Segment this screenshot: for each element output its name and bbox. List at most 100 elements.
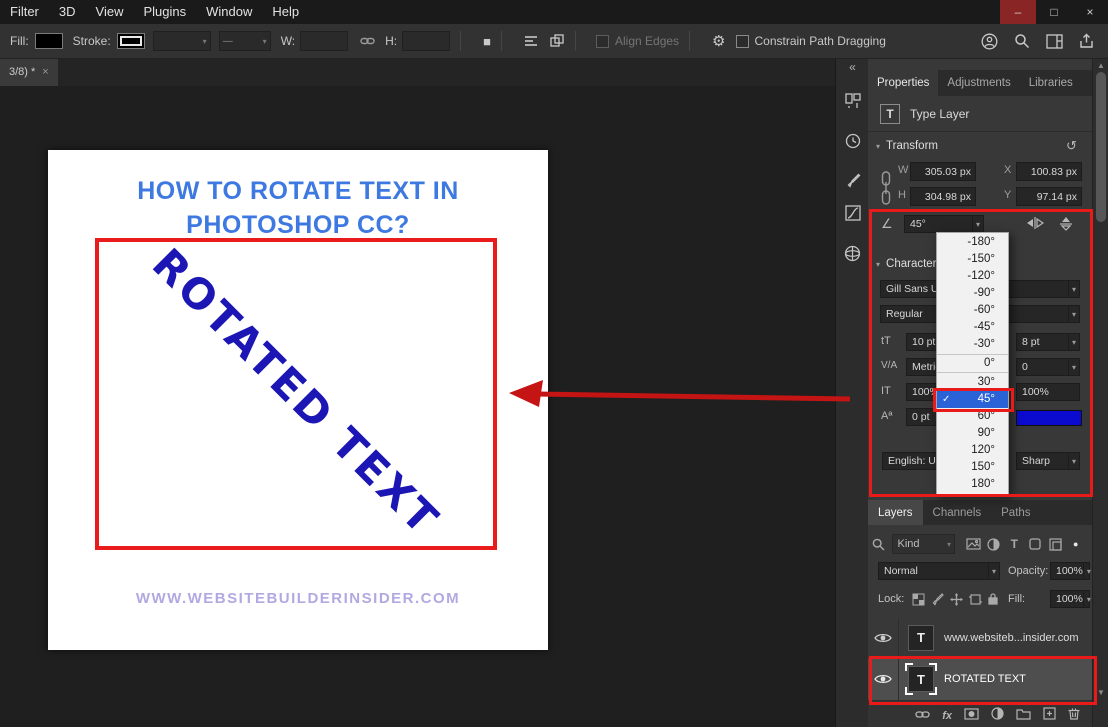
stroke-swatch[interactable] xyxy=(117,33,145,49)
canvas-area[interactable]: HOW TO ROTATE TEXT IN PHOTOSHOP CC? ROTA… xyxy=(0,86,835,727)
share-export-icon[interactable] xyxy=(1079,33,1094,49)
layer-visibility-toggle[interactable] xyxy=(868,618,899,657)
collapse-panels-icon[interactable]: « xyxy=(836,60,869,74)
share-user-icon[interactable] xyxy=(981,33,998,50)
flip-vertical-icon[interactable] xyxy=(1058,216,1074,236)
transform-h-field[interactable]: 304.98 px xyxy=(910,187,976,206)
layer-style-icon[interactable]: fx xyxy=(942,710,952,722)
tracking-dropdown[interactable]: 0 ▾ xyxy=(1016,358,1080,376)
angle-option[interactable]: -90° xyxy=(937,285,1008,302)
transform-section-header[interactable]: ▾ Transform xyxy=(876,140,938,152)
filter-kind-dropdown[interactable]: Kind ▾ xyxy=(892,534,955,554)
tab-properties[interactable]: Properties xyxy=(868,70,938,96)
angle-option[interactable]: 60° xyxy=(937,408,1008,425)
filter-shape-layers-icon[interactable] xyxy=(1025,538,1045,550)
path-operations-icon[interactable]: ■ xyxy=(483,34,491,49)
fill-swatch[interactable] xyxy=(35,33,63,49)
filter-smart-objects-icon[interactable] xyxy=(1045,538,1065,551)
angle-option[interactable]: 180° xyxy=(937,476,1008,493)
path-arrangement-icon[interactable] xyxy=(550,34,565,48)
delete-layer-icon[interactable] xyxy=(1068,707,1080,725)
blend-mode-dropdown[interactable]: Normal ▾ xyxy=(878,562,1000,580)
gear-icon[interactable]: ⚙ xyxy=(712,32,725,50)
layer-row-rotated-text[interactable]: T ROTATED TEXT xyxy=(868,658,1092,701)
leading-dropdown[interactable]: 8 pt ▾ xyxy=(1016,333,1080,351)
angle-option[interactable]: 90° xyxy=(937,425,1008,442)
lock-artboard-icon[interactable] xyxy=(969,593,982,611)
link-dimensions-icon[interactable] xyxy=(360,35,375,47)
tab-layers[interactable]: Layers xyxy=(868,500,923,525)
layer-row-url-text[interactable]: T www.websiteb...insider.com xyxy=(868,618,1092,658)
link-layers-icon[interactable] xyxy=(915,707,930,725)
close-button[interactable]: × xyxy=(1072,0,1108,24)
fill-dropdown[interactable]: 100% ▾ xyxy=(1050,590,1090,608)
reset-transform-icon[interactable]: ↺ xyxy=(1066,138,1077,154)
filter-type-layers-icon[interactable]: T xyxy=(1004,537,1024,551)
workspace-layout-icon[interactable] xyxy=(1046,34,1063,49)
stroke-width-dropdown[interactable]: ▾ xyxy=(153,31,211,51)
scrollbar-thumb[interactable] xyxy=(1096,72,1106,222)
new-layer-icon[interactable] xyxy=(1043,707,1056,725)
menu-view[interactable]: View xyxy=(86,0,134,24)
layer-thumbnail-type[interactable]: T xyxy=(908,625,934,651)
layer-name[interactable]: ROTATED TEXT xyxy=(944,673,1026,685)
angle-option-selected[interactable]: ✓ 45° xyxy=(937,391,1008,408)
transform-w-field[interactable]: 305.03 px xyxy=(910,162,976,181)
menu-filter[interactable]: Filter xyxy=(0,0,49,24)
tab-paths[interactable]: Paths xyxy=(991,500,1040,525)
angle-option[interactable]: 30° xyxy=(937,374,1008,391)
opacity-dropdown[interactable]: 100% ▾ xyxy=(1050,562,1090,580)
flip-horizontal-icon[interactable] xyxy=(1026,216,1044,235)
text-color-swatch[interactable] xyxy=(1016,410,1082,426)
menu-3d[interactable]: 3D xyxy=(49,0,86,24)
tab-close-icon[interactable]: × xyxy=(42,66,48,78)
menu-window[interactable]: Window xyxy=(196,0,262,24)
menu-help[interactable]: Help xyxy=(262,0,309,24)
filter-toggle-icon[interactable]: ● xyxy=(1066,539,1086,549)
align-edges-checkbox[interactable] xyxy=(596,35,609,48)
document-tab[interactable]: 3/8) * × xyxy=(0,58,58,86)
transform-x-field[interactable]: 100.83 px xyxy=(1016,162,1082,181)
tab-adjustments[interactable]: Adjustments xyxy=(938,70,1019,96)
document-canvas[interactable]: HOW TO ROTATE TEXT IN PHOTOSHOP CC? ROTA… xyxy=(48,150,548,650)
transform-y-field[interactable]: 97.14 px xyxy=(1016,187,1082,206)
link-wh-icon[interactable] xyxy=(880,170,892,211)
tab-libraries[interactable]: Libraries xyxy=(1020,70,1082,96)
menu-plugins[interactable]: Plugins xyxy=(133,0,196,24)
lock-position-icon[interactable] xyxy=(950,593,963,611)
brush-panel-icon[interactable] xyxy=(836,168,869,194)
history-panel-icon[interactable] xyxy=(836,128,869,154)
restore-button[interactable]: □ xyxy=(1036,0,1072,24)
angle-option[interactable]: 0° xyxy=(937,354,1008,373)
angle-option[interactable]: -30° xyxy=(937,336,1008,353)
lock-pixels-icon[interactable] xyxy=(931,593,944,611)
angle-option[interactable]: 150° xyxy=(937,459,1008,476)
filter-pixel-layers-icon[interactable] xyxy=(963,538,983,550)
layer-thumbnail-type-selected[interactable]: T xyxy=(908,666,934,692)
layer-mask-icon[interactable] xyxy=(964,707,979,725)
constrain-path-checkbox[interactable] xyxy=(736,35,749,48)
horizontal-scale-field[interactable]: 100% xyxy=(1016,383,1080,401)
scroll-down-icon[interactable]: ▼ xyxy=(1093,688,1108,697)
curves-panel-icon[interactable] xyxy=(836,200,869,226)
angle-option[interactable]: 120° xyxy=(937,442,1008,459)
new-group-icon[interactable] xyxy=(1016,707,1031,725)
angle-option[interactable]: -60° xyxy=(937,302,1008,319)
layer-name[interactable]: www.websiteb...insider.com xyxy=(944,632,1079,644)
rotation-angle-dropdown[interactable]: 45° ▾ xyxy=(904,215,984,233)
tab-channels[interactable]: Channels xyxy=(923,500,992,525)
shape-width-field[interactable] xyxy=(300,31,348,51)
adjustment-layer-icon[interactable] xyxy=(991,707,1004,725)
filter-adjustment-layers-icon[interactable] xyxy=(984,538,1004,551)
lock-transparent-icon[interactable] xyxy=(912,593,925,611)
path-alignment-icon[interactable] xyxy=(524,35,538,47)
character-section-header[interactable]: ▾ Character xyxy=(876,258,937,270)
panel-scrollbar[interactable]: ▲ ▼ xyxy=(1092,58,1108,727)
3d-panel-icon[interactable] xyxy=(836,240,869,266)
search-icon[interactable] xyxy=(1014,33,1030,49)
layer-visibility-toggle[interactable] xyxy=(868,658,899,700)
angle-option[interactable]: -180° xyxy=(937,234,1008,251)
minimize-button[interactable]: – xyxy=(1000,0,1036,24)
scroll-up-icon[interactable]: ▲ xyxy=(1093,61,1108,70)
angle-option[interactable]: -120° xyxy=(937,268,1008,285)
